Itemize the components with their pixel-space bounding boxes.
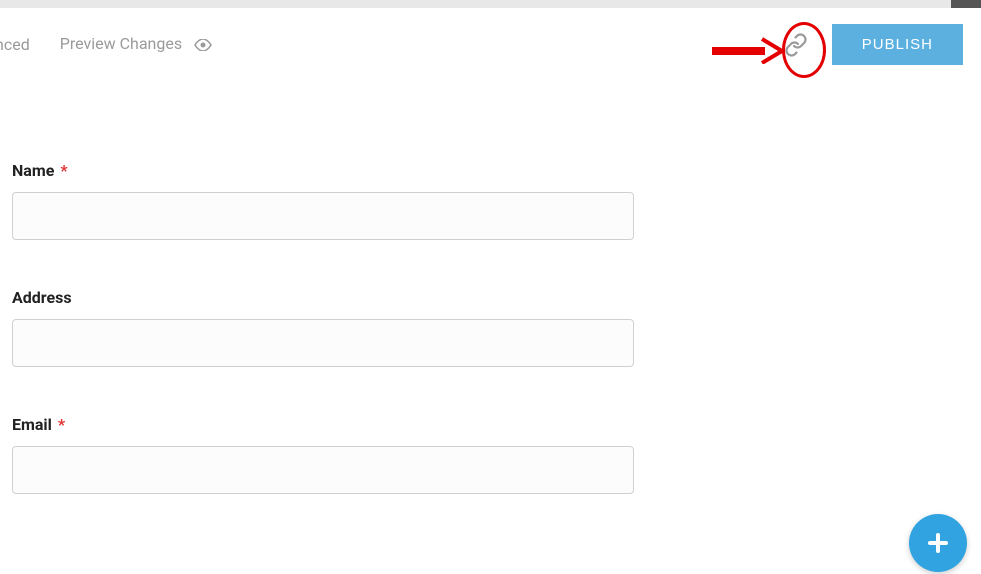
header-right: PUBLISH bbox=[780, 24, 963, 65]
header-left: nced Preview Changes bbox=[0, 34, 212, 54]
tab-advanced-cut[interactable]: nced bbox=[0, 35, 30, 54]
form-field-email: Email * bbox=[12, 415, 635, 494]
link-icon bbox=[784, 33, 808, 57]
label-text: Address bbox=[12, 288, 72, 307]
name-input[interactable] bbox=[12, 192, 634, 240]
publish-button[interactable]: PUBLISH bbox=[832, 24, 963, 65]
field-label-address: Address bbox=[12, 288, 635, 307]
plus-icon bbox=[926, 531, 950, 555]
email-input[interactable] bbox=[12, 446, 634, 494]
field-label-name: Name * bbox=[12, 161, 635, 180]
header: nced Preview Changes PUBLISH bbox=[0, 8, 981, 81]
eye-icon bbox=[194, 36, 212, 55]
label-text: Name bbox=[12, 161, 54, 180]
top-bar bbox=[0, 0, 981, 8]
preview-changes-tab[interactable]: Preview Changes bbox=[60, 34, 212, 54]
form-field-address: Address bbox=[12, 288, 635, 367]
required-asterisk: * bbox=[60, 161, 67, 180]
preview-changes-label: Preview Changes bbox=[60, 34, 182, 53]
required-asterisk: * bbox=[58, 415, 65, 434]
top-bar-dark-segment bbox=[951, 0, 981, 8]
field-label-email: Email * bbox=[12, 415, 635, 434]
label-text: Email bbox=[12, 415, 52, 434]
form-area: Name * Address Email * bbox=[0, 81, 635, 494]
form-field-name: Name * bbox=[12, 161, 635, 240]
add-fab-button[interactable] bbox=[909, 514, 967, 572]
link-icon-button[interactable] bbox=[780, 29, 812, 61]
address-input[interactable] bbox=[12, 319, 634, 367]
